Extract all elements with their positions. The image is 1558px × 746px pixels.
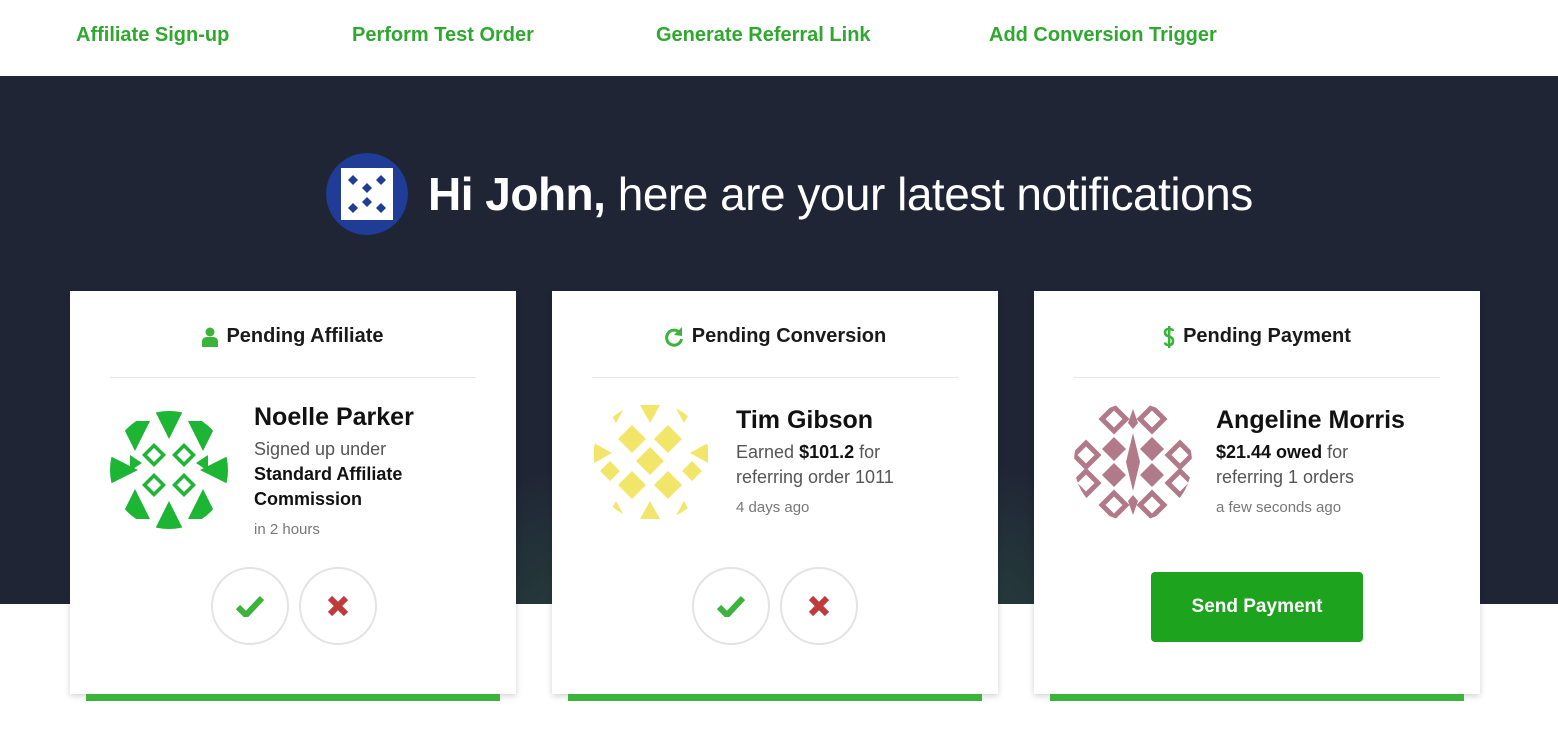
approve-button[interactable] [211,567,289,645]
card-header: Pending Affiliate [70,325,516,348]
card-accent-bar [86,694,500,701]
conversion-description: Earned $101.2 for referring order 1011 [736,440,911,490]
payment-description: $21.44 owed for referring 1 orders [1216,440,1391,490]
description-text: Signed up under [254,439,387,459]
affiliate-description: Signed up under Standard Affiliate Commi… [254,437,429,512]
greeting-text: here are your latest notifications [605,168,1254,220]
commission-name: Standard Affiliate Commission [254,464,403,509]
conversion-name: Tim Gibson [736,406,874,434]
card-accent-bar [1050,694,1464,701]
earned-amount: $101.2 [799,442,855,462]
reject-button[interactable] [780,567,858,645]
payee-name: Angeline Morris [1216,406,1405,434]
card-title: Pending Affiliate [226,325,384,348]
divider [592,377,958,378]
nav-generate-referral-link[interactable]: Generate Referral Link [656,24,871,47]
user-avatar [326,153,408,235]
user-icon [202,327,219,347]
card-accent-bar [568,694,982,701]
check-icon [717,595,745,617]
send-payment-button[interactable]: Send Payment [1151,572,1363,642]
nav-perform-test-order[interactable]: Perform Test Order [352,24,534,47]
refresh-icon [664,326,683,347]
timestamp: a few seconds ago [1216,499,1342,516]
card-header: Pending Payment [1034,325,1480,348]
timestamp: in 2 hours [254,521,320,538]
card-pending-payment: Pending Payment Angeline Morris $21.44 o… [1034,291,1480,701]
card-title: Pending Conversion [691,325,887,348]
card-header: Pending Conversion [552,325,998,348]
close-icon [327,595,349,617]
divider [110,377,476,378]
dollar-icon [1163,325,1175,348]
timestamp: 4 days ago [736,499,810,516]
close-icon [808,595,830,617]
card-pending-conversion: Pending Conversion Tim Gibson Earned $10… [552,291,998,701]
reject-button[interactable] [299,567,377,645]
approve-button[interactable] [692,567,770,645]
greeting: Hi John, here are your latest notificati… [326,153,1253,235]
greeting-heading: Hi John, here are your latest notificati… [428,167,1253,221]
nav-add-conversion-trigger[interactable]: Add Conversion Trigger [989,24,1217,47]
card-pending-affiliate: Pending Affiliate Noelle Parker Signed u… [70,291,516,701]
affiliate-name: Noelle Parker [254,403,414,431]
affiliate-avatar [110,411,228,529]
top-nav: Affiliate Sign-up Perform Test Order Gen… [0,0,1558,76]
description-text: Earned [736,442,795,462]
divider [1074,377,1440,378]
nav-affiliate-signup[interactable]: Affiliate Sign-up [76,24,229,47]
check-icon [236,595,264,617]
owed-amount: $21.44 owed [1216,442,1323,462]
conversion-avatar [592,403,710,521]
card-title: Pending Payment [1183,325,1351,348]
greeting-name: Hi John, [428,168,606,220]
payment-avatar [1074,403,1192,521]
